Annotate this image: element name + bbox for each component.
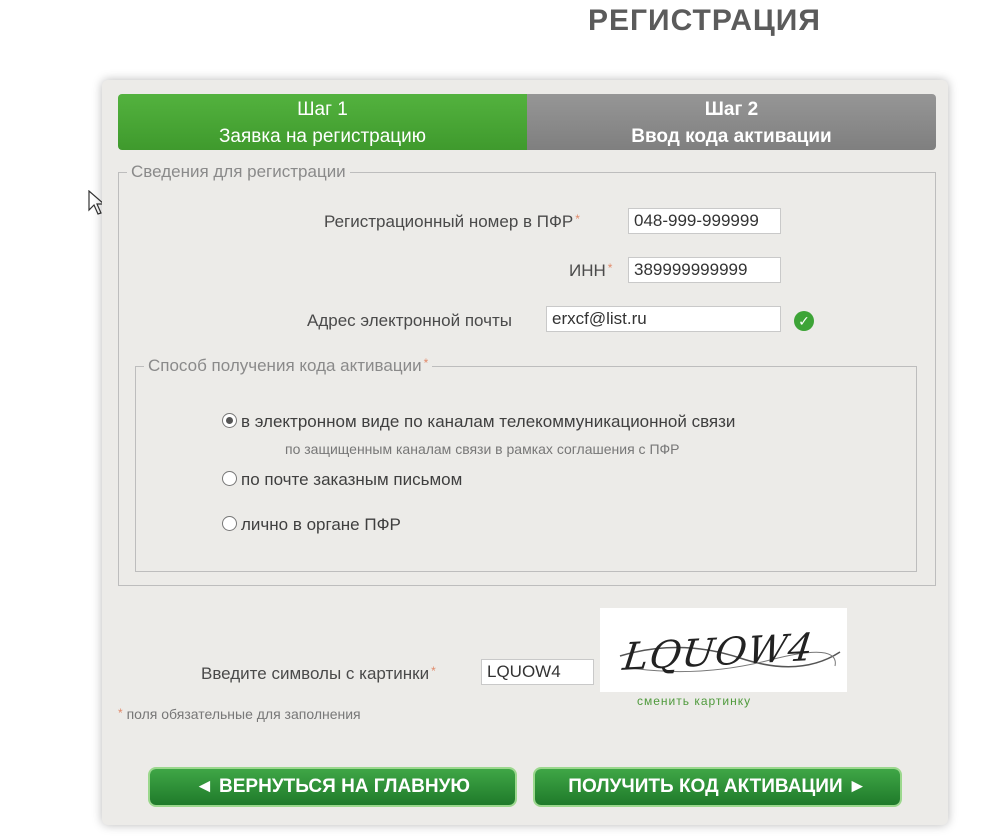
email-label: Адрес электронной почты [307, 311, 512, 330]
step-2-number: Шаг 2 [704, 99, 759, 120]
required-marker: * [607, 261, 613, 275]
email-input[interactable] [546, 306, 781, 332]
inn-label: ИНН * [569, 261, 612, 281]
page-title: РЕГИСТРАЦИЯ [588, 4, 821, 37]
radio-option-in-person[interactable]: лично в органе ПФР [222, 515, 401, 535]
captcha-label-text: Введите символы с картинки [201, 664, 430, 683]
required-fields-hint-text: поля обязательные для заполнения [126, 706, 361, 722]
back-to-main-button[interactable]: ◄ ВЕРНУТЬСЯ НА ГЛАВНУЮ [150, 769, 515, 805]
radio-button-checked[interactable] [222, 413, 237, 429]
step-2-label: Ввод кода активации [631, 126, 832, 147]
captcha-image: LQUOW4 [600, 608, 847, 692]
step-2-tab: Шаг 2 Ввод кода активации [527, 94, 936, 150]
required-marker: * [118, 706, 123, 720]
captcha-input[interactable] [481, 659, 594, 685]
registration-panel: Шаг 1 Заявка на регистрацию Шаг 2 Ввод к… [102, 80, 948, 825]
radio-button[interactable] [222, 471, 237, 487]
required-marker: * [575, 212, 580, 226]
step-1-label: Заявка на регистрацию [218, 126, 427, 147]
step-tabs: Шаг 1 Заявка на регистрацию Шаг 2 Ввод к… [118, 94, 936, 150]
pfr-number-label-text: Регистрационный номер в ПФР [324, 212, 574, 231]
step-1-number: Шаг 1 [297, 99, 348, 120]
radio-option-mail-label: по почте заказным письмом [241, 470, 463, 489]
activation-method-legend: Способ получения кода активации * [144, 356, 432, 376]
radio-option-mail[interactable]: по почте заказным письмом [222, 470, 462, 490]
radio-option-electronic-note: по защищенным каналам связи в рамках сог… [285, 441, 680, 457]
radio-button[interactable] [222, 516, 237, 532]
inn-label-text: ИНН [569, 261, 606, 280]
required-marker: * [431, 664, 436, 678]
activation-method-fieldset: Способ получения кода активации * [135, 356, 917, 572]
radio-option-electronic-label: в электронном виде по каналам телекоммун… [241, 412, 736, 431]
step-1-tab: Шаг 1 Заявка на регистрацию [118, 94, 527, 150]
check-circle-icon: ✓ [794, 311, 814, 331]
required-marker: * [423, 356, 429, 370]
get-activation-code-button[interactable]: ПОЛУЧИТЬ КОД АКТИВАЦИИ ► [535, 769, 900, 805]
registration-info-legend: Сведения для регистрации [131, 162, 346, 181]
radio-option-in-person-label: лично в органе ПФР [241, 515, 401, 534]
captcha-label: Введите символы с картинки * [201, 664, 436, 684]
radio-option-electronic[interactable]: в электронном виде по каналам телекоммун… [222, 412, 735, 432]
required-fields-hint: * поля обязательные для заполнения [116, 706, 361, 722]
pfr-number-input[interactable] [628, 208, 781, 234]
activation-method-legend-text: Способ получения кода активации [148, 356, 422, 375]
inn-input[interactable] [628, 257, 781, 283]
pfr-number-label: Регистрационный номер в ПФР * [324, 212, 580, 232]
refresh-captcha-link[interactable]: сменить картинку [637, 694, 751, 708]
